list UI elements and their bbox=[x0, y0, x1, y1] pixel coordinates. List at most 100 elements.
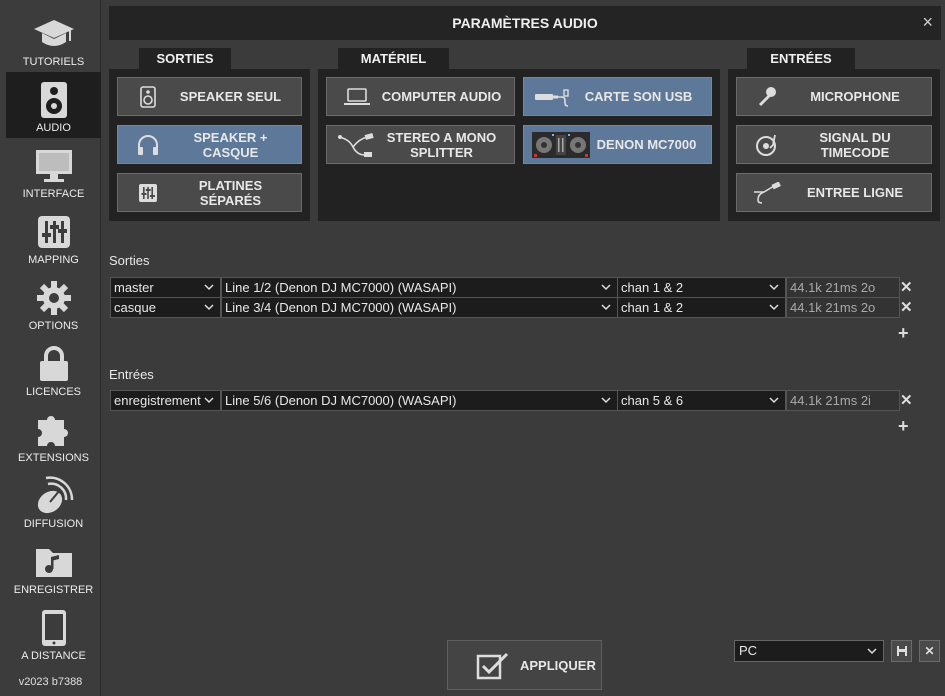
tab-sorties: SORTIES bbox=[139, 48, 231, 70]
speaker-icon bbox=[128, 84, 168, 110]
sliders-icon bbox=[6, 212, 101, 252]
output-role-select[interactable]: casque bbox=[110, 297, 221, 318]
output-channel-select[interactable]: chan 1 & 2 bbox=[617, 297, 786, 318]
outputs-section-label: Sorties bbox=[109, 253, 150, 268]
preset-select[interactable]: PC bbox=[734, 640, 884, 662]
sidebar-item-mapping[interactable]: MAPPING bbox=[6, 204, 101, 270]
button-label: COMPUTER AUDIO bbox=[381, 89, 502, 104]
lock-icon bbox=[6, 344, 101, 384]
button-label: CARTE SON USB bbox=[584, 89, 693, 104]
controller-image bbox=[532, 130, 590, 160]
save-preset-button[interactable] bbox=[891, 640, 912, 662]
save-icon bbox=[896, 646, 907, 656]
puzzle-icon bbox=[6, 410, 101, 450]
close-icon: ✕ bbox=[924, 644, 935, 658]
tablet-icon bbox=[6, 608, 101, 648]
button-label: DENON MC7000 bbox=[596, 137, 697, 152]
chevron-down-icon bbox=[204, 397, 214, 404]
platines-separes-button[interactable]: PLATINES SÉPARÉS bbox=[117, 173, 302, 212]
entree-ligne-button[interactable]: ENTREE LIGNE bbox=[736, 173, 932, 212]
remove-output-icon[interactable]: ✕ bbox=[900, 300, 913, 315]
output-role-select[interactable]: master bbox=[110, 277, 221, 298]
remove-output-icon[interactable]: ✕ bbox=[900, 280, 913, 295]
usb-soundcard-icon bbox=[534, 84, 574, 110]
music-folder-icon bbox=[6, 542, 101, 582]
chevron-down-icon bbox=[867, 648, 877, 655]
denon-mc7000-button[interactable]: DENON MC7000 bbox=[523, 125, 712, 164]
chevron-down-icon bbox=[204, 284, 214, 291]
close-icon[interactable]: × bbox=[922, 12, 933, 33]
apply-label: APPLIQUER bbox=[520, 658, 596, 673]
materiel-group: COMPUTER AUDIO CARTE SON USB STEREO A MO… bbox=[318, 69, 720, 221]
add-input-icon[interactable]: + bbox=[898, 417, 909, 435]
entrees-group: MICROPHONE SIGNAL DU TIMECODE ENTREE LIG… bbox=[728, 69, 940, 221]
satellite-dish-icon bbox=[6, 476, 101, 516]
sidebar-item-label: TUTORIELS bbox=[22, 56, 85, 68]
chevron-down-icon bbox=[769, 284, 779, 291]
sidebar-item-extensions[interactable]: EXTENSIONS bbox=[6, 402, 101, 468]
apply-button[interactable]: APPLIQUER bbox=[447, 640, 602, 690]
sidebar-item-enregistrer[interactable]: ENREGISTRER bbox=[6, 534, 101, 600]
microphone-button[interactable]: MICROPHONE bbox=[736, 77, 932, 116]
dialog-titlebar: PARAMÈTRES AUDIO × bbox=[109, 6, 941, 40]
speaker-casque-button[interactable]: SPEAKER + CASQUE bbox=[117, 125, 302, 164]
sidebar-item-label: MAPPING bbox=[28, 254, 79, 266]
speaker-seul-button[interactable]: SPEAKER SEUL bbox=[117, 77, 302, 116]
sidebar-item-label: LICENCES bbox=[25, 386, 82, 398]
mixer-icon bbox=[128, 180, 168, 206]
inputs-section-label: Entrées bbox=[109, 367, 154, 382]
monitor-icon bbox=[6, 146, 101, 186]
add-output-icon[interactable]: + bbox=[898, 324, 909, 342]
output-device-select[interactable]: Line 1/2 (Denon DJ MC7000) (WASAPI) bbox=[221, 277, 618, 298]
sidebar-item-label: AUDIO bbox=[36, 122, 71, 134]
signal-timecode-button[interactable]: SIGNAL DU TIMECODE bbox=[736, 125, 932, 164]
button-label: SPEAKER SEUL bbox=[179, 89, 282, 104]
button-label: SPEAKER + CASQUE bbox=[193, 129, 268, 160]
input-channel-select[interactable]: chan 5 & 6 bbox=[617, 390, 786, 411]
laptop-icon bbox=[337, 84, 377, 110]
sidebar-item-licences[interactable]: LICENCES bbox=[6, 336, 101, 402]
output-device-select[interactable]: Line 3/4 (Denon DJ MC7000) (WASAPI) bbox=[221, 297, 618, 318]
graduation-cap-icon bbox=[6, 14, 101, 54]
sidebar-item-interface[interactable]: INTERFACE bbox=[6, 138, 101, 204]
sidebar-item-diffusion[interactable]: DIFFUSION bbox=[6, 468, 101, 534]
remove-input-icon[interactable]: ✕ bbox=[900, 393, 913, 408]
button-label: ENTREE LIGNE bbox=[806, 185, 904, 200]
version-label: v2023 b7388 bbox=[18, 676, 83, 688]
sorties-group: SPEAKER SEUL SPEAKER + CASQUE PLATINES S… bbox=[109, 69, 310, 221]
chevron-down-icon bbox=[204, 304, 214, 311]
tab-entrees: ENTRÉES bbox=[747, 48, 855, 70]
select-value: chan 1 & 2 bbox=[621, 280, 684, 295]
headphones-icon bbox=[128, 132, 168, 158]
select-value: PC bbox=[739, 643, 758, 658]
output-channel-select[interactable]: chan 1 & 2 bbox=[617, 277, 786, 298]
carte-son-usb-button[interactable]: CARTE SON USB bbox=[523, 77, 712, 116]
jack-cable-icon bbox=[747, 180, 787, 206]
button-label: STEREO A MONO SPLITTER bbox=[386, 129, 497, 160]
select-value: Line 3/4 (Denon DJ MC7000) (WASAPI) bbox=[225, 300, 457, 315]
select-value: chan 1 & 2 bbox=[621, 300, 684, 315]
sidebar-item-options[interactable]: OPTIONS bbox=[6, 270, 101, 336]
input-role-select[interactable]: enregistrement bbox=[110, 390, 221, 411]
chevron-down-icon bbox=[601, 284, 611, 291]
sidebar-item-a-distance[interactable]: A DISTANCE bbox=[6, 600, 101, 666]
tab-materiel: MATÉRIEL bbox=[338, 48, 449, 70]
sidebar-item-label: INTERFACE bbox=[22, 188, 85, 200]
sidebar-item-label: OPTIONS bbox=[28, 320, 79, 332]
chevron-down-icon bbox=[769, 397, 779, 404]
computer-audio-button[interactable]: COMPUTER AUDIO bbox=[326, 77, 515, 116]
sidebar-item-label: A DISTANCE bbox=[21, 650, 86, 662]
sidebar-item-audio[interactable]: AUDIO bbox=[6, 72, 101, 138]
output-format-info: 44.1k 21ms 2o bbox=[786, 277, 900, 298]
dialog-title: PARAMÈTRES AUDIO bbox=[452, 15, 598, 31]
sidebar-item-label: DIFFUSION bbox=[23, 518, 84, 530]
input-device-select[interactable]: Line 5/6 (Denon DJ MC7000) (WASAPI) bbox=[221, 390, 618, 411]
microphone-icon bbox=[747, 84, 787, 110]
select-value: master bbox=[114, 280, 154, 295]
sidebar: TUTORIELS AUDIO INTERFACE MAPPING OPTION… bbox=[0, 0, 101, 696]
stereo-mono-splitter-button[interactable]: STEREO A MONO SPLITTER bbox=[326, 125, 515, 164]
select-value: Line 5/6 (Denon DJ MC7000) (WASAPI) bbox=[225, 393, 457, 408]
chevron-down-icon bbox=[601, 397, 611, 404]
sidebar-item-tutoriels[interactable]: TUTORIELS bbox=[6, 6, 101, 72]
delete-preset-button[interactable]: ✕ bbox=[919, 640, 940, 662]
